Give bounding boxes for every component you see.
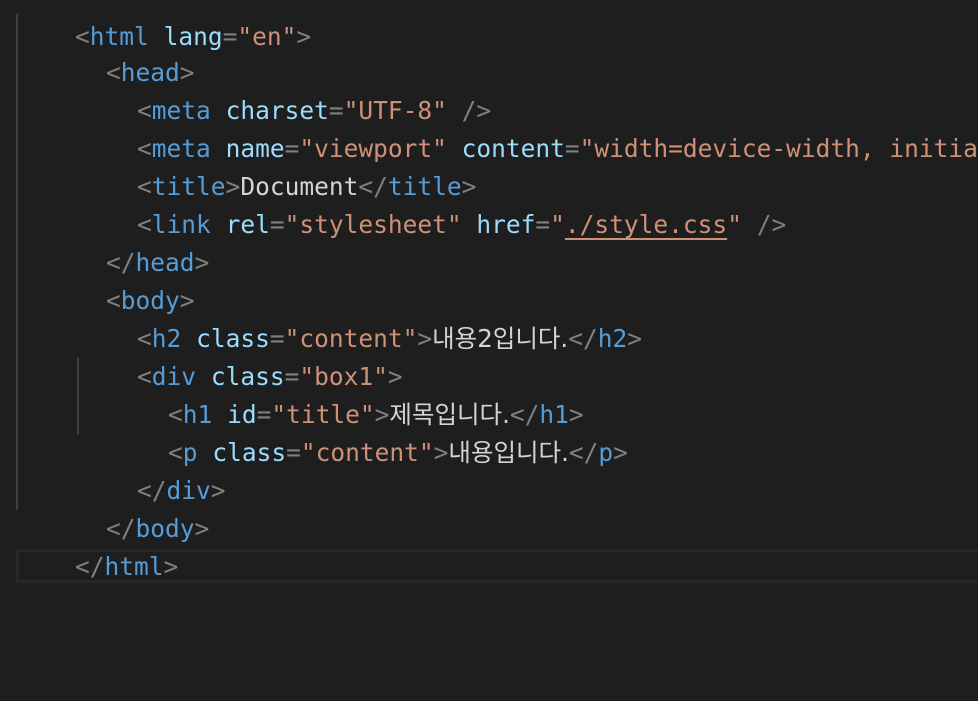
code-line-15[interactable]: </html> <box>16 510 178 581</box>
tag-name: p <box>598 438 614 467</box>
code-line-5[interactable]: <title>Document</title> <box>16 130 476 201</box>
tag-bracket: > <box>417 324 433 353</box>
code-line-2[interactable]: <head> <box>16 16 195 87</box>
code-line-9[interactable]: <h2 class="content">내용2입니다.</h2> <box>16 282 642 353</box>
code-line-4[interactable]: <meta name="viewport" content="width=dev… <box>16 92 978 163</box>
tag-bracket: > <box>627 324 642 353</box>
tag-bracket: > <box>194 514 210 543</box>
code-editor[interactable]: <html lang="en"> <head> <meta charset="U… <box>0 0 978 701</box>
tag-bracket: > <box>296 22 312 51</box>
equals-sign: = <box>222 22 238 51</box>
tag-bracket: > <box>433 438 449 467</box>
code-line-3[interactable]: <meta charset="UTF-8" /> <box>16 54 491 125</box>
code-line-6[interactable]: <link rel="stylesheet" href="./style.css… <box>16 168 786 239</box>
attribute-value: "width=device-width, initial-scale=1.0" <box>579 134 978 163</box>
equals-sign: = <box>564 134 580 163</box>
code-line-14[interactable]: </body> <box>16 472 209 543</box>
current-line-highlight[interactable] <box>16 549 978 583</box>
code-line-12[interactable]: <p class="content">내용입니다.</p> <box>16 396 628 467</box>
equals-sign: = <box>269 210 285 239</box>
tag-bracket: > <box>210 476 226 505</box>
equals-sign: = <box>286 438 301 467</box>
stylesheet-link[interactable]: ./style.css <box>565 210 727 239</box>
attribute-value: "content" <box>300 438 434 467</box>
quote: " <box>550 210 565 239</box>
attribute-value: "stylesheet" <box>284 210 462 239</box>
code-line-8[interactable]: <body> <box>16 244 195 315</box>
attribute-name: href <box>476 210 536 239</box>
equals-sign: = <box>535 210 551 239</box>
tag-bracket: </ <box>568 324 598 353</box>
tag-bracket: </ <box>568 438 599 467</box>
attribute-name: content <box>461 134 565 163</box>
tag-bracket: /> <box>756 210 787 239</box>
element-text: 내용2입니다. <box>432 324 569 353</box>
element-text: 내용입니다. <box>448 438 569 467</box>
tag-bracket: > <box>613 438 628 467</box>
code-line-7[interactable]: </head> <box>16 206 209 277</box>
tag-name: h2 <box>597 324 628 353</box>
attribute-value: "en" <box>237 22 297 51</box>
code-line-13[interactable]: </div> <box>16 434 226 505</box>
code-line-10[interactable]: <div class="box1"> <box>16 320 403 391</box>
tag-bracket: > <box>194 248 210 277</box>
quote: " <box>727 210 742 239</box>
code-line-11[interactable]: <h1 id="title">제목입니다.</h1> <box>16 358 584 429</box>
attribute-name: rel <box>225 210 270 239</box>
